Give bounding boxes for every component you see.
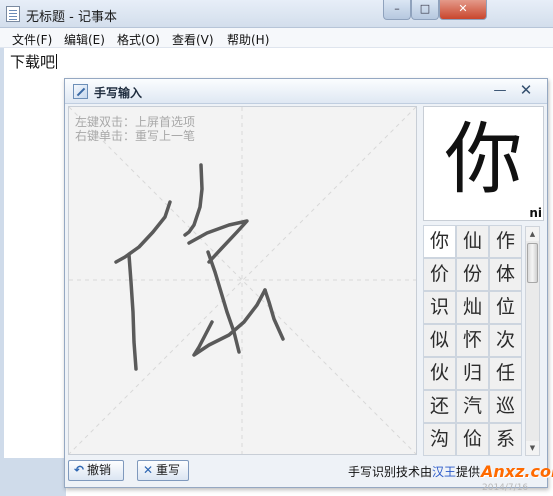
editor-text: 下载吧 — [10, 53, 58, 71]
hanwang-link[interactable]: 汉王 — [432, 465, 456, 479]
candidate-char[interactable]: 巡 — [489, 390, 522, 423]
candidate-char[interactable]: 份 — [456, 258, 489, 291]
candidate-char[interactable]: 系 — [489, 423, 522, 456]
handwriting-titlebar[interactable]: 手写输入 — ✕ — [65, 79, 547, 104]
handwriting-strokes — [114, 163, 285, 371]
undo-button[interactable]: ↶ 撤销 — [68, 460, 124, 481]
redraw-button[interactable]: ✕ 重写 — [137, 460, 189, 481]
candidate-char[interactable]: 作 — [489, 225, 522, 258]
candidate-char[interactable]: 体 — [489, 258, 522, 291]
menu-view[interactable]: 查看(V) — [172, 31, 214, 48]
close-button[interactable]: ✕ — [439, 0, 487, 20]
notepad-icon — [6, 6, 20, 22]
candidate-char[interactable]: 任 — [489, 357, 522, 390]
candidate-char[interactable]: 灿 — [456, 291, 489, 324]
handwriting-panel: 手写输入 — ✕ 左键双击：上屏首选项 右键单击：重写上一笔 你 ni 你 仙 … — [64, 78, 548, 488]
candidate-char[interactable]: 怀 — [456, 324, 489, 357]
candidate-scrollbar[interactable]: ▲ ▼ — [525, 226, 540, 456]
window-frame-bottom — [0, 458, 66, 496]
watermark-date: 2014/7/16 — [482, 483, 529, 493]
scroll-thumb[interactable] — [527, 243, 538, 283]
scroll-down-icon[interactable]: ▼ — [526, 441, 539, 455]
candidate-char[interactable]: 似 — [423, 324, 456, 357]
preview-pinyin: ni — [529, 206, 542, 220]
watermark-logo: Anxz.com — [481, 462, 553, 481]
menu-help[interactable]: 帮助(H) — [227, 31, 269, 48]
candidate-char[interactable]: 识 — [423, 291, 456, 324]
candidate-char[interactable]: 还 — [423, 390, 456, 423]
menu-file[interactable]: 文件(F) — [12, 31, 52, 48]
panel-close-button[interactable]: ✕ — [515, 82, 537, 100]
candidate-char[interactable]: 汽 — [456, 390, 489, 423]
undo-icon: ↶ — [73, 463, 85, 477]
candidate-char[interactable]: 价 — [423, 258, 456, 291]
preview-character: 你 — [444, 115, 523, 205]
candidate-char[interactable]: 伙 — [423, 357, 456, 390]
candidate-char[interactable]: 你 — [423, 225, 456, 258]
clear-icon: ✕ — [142, 463, 154, 477]
scroll-up-icon[interactable]: ▲ — [526, 227, 539, 241]
maximize-button[interactable]: □ — [411, 0, 439, 20]
menu-format[interactable]: 格式(O) — [117, 31, 160, 48]
candidate-char[interactable]: 归 — [456, 357, 489, 390]
preview-box[interactable]: 你 ni — [423, 106, 544, 221]
candidate-char[interactable]: 仙 — [456, 225, 489, 258]
candidate-char[interactable]: 佡 — [456, 423, 489, 456]
handwriting-toolbar: ↶ 撤销 ✕ 重写 手写识别技术由汉王提供 — [65, 457, 547, 487]
candidate-char[interactable]: 位 — [489, 291, 522, 324]
menu-bar: 文件(F) 编辑(E) 格式(O) 查看(V) 帮助(H) — [0, 28, 553, 48]
menu-edit[interactable]: 编辑(E) — [64, 31, 105, 48]
credit-text: 手写识别技术由汉王提供 — [348, 465, 481, 479]
text-caret — [56, 54, 58, 69]
window-title: 无标题 - 记事本 — [26, 10, 117, 25]
notepad-titlebar: 无标题 - 记事本 – □ ✕ — [0, 0, 553, 28]
panel-minimize-button[interactable]: — — [489, 82, 511, 100]
writing-pad[interactable]: 左键双击：上屏首选项 右键单击：重写上一笔 — [68, 106, 417, 455]
candidate-char[interactable]: 沟 — [423, 423, 456, 456]
candidate-grid: 你仙作价份体识灿位似怀次伙归任还汽巡沟佡系 — [423, 225, 523, 456]
candidate-char[interactable]: 次 — [489, 324, 522, 357]
candidate-area: 你 ni 你仙作价份体识灿位似怀次伙归任还汽巡沟佡系 ▲ ▼ — [421, 106, 546, 456]
minimize-button[interactable]: – — [383, 0, 411, 20]
pen-icon — [73, 84, 88, 99]
handwriting-title: 手写输入 — [94, 86, 143, 100]
